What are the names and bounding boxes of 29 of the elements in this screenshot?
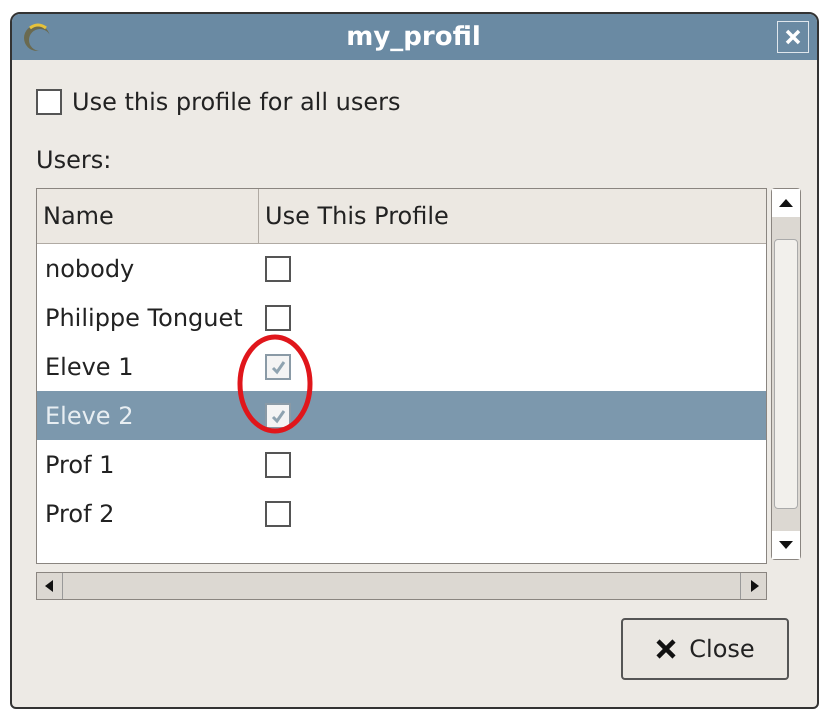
close-window-button[interactable] — [777, 21, 809, 53]
users-label: Users: — [36, 145, 112, 176]
checkbox[interactable] — [265, 500, 291, 526]
scroll-down-icon[interactable] — [772, 531, 800, 559]
scroll-thumb[interactable] — [774, 239, 798, 509]
checkbox[interactable] — [36, 89, 62, 115]
checkbox[interactable] — [265, 304, 291, 330]
vertical-scrollbar[interactable] — [771, 188, 801, 560]
window-title: my_profil — [345, 20, 482, 54]
table-cell-text: nobody — [44, 254, 136, 284]
column-header[interactable]: Use This Profile — [259, 189, 766, 243]
checkmark-icon — [270, 408, 286, 424]
checkbox[interactable] — [265, 256, 291, 282]
table-cell-text: Prof 2 — [44, 498, 116, 530]
table-cell-text: Prof 1 — [44, 450, 116, 480]
checkbox[interactable] — [265, 402, 291, 428]
table-cell-text: Eleve 1 — [44, 352, 134, 382]
horizontal-scrollbar[interactable] — [36, 572, 767, 600]
table-cell-text: Philippe Tonguet — [44, 302, 244, 334]
checkbox[interactable] — [265, 354, 291, 380]
close-button[interactable]: Close — [621, 618, 789, 680]
checkbox[interactable] — [265, 452, 291, 478]
table-cell-text: Eleve 2 — [44, 400, 134, 432]
checkmark-icon — [270, 358, 286, 374]
x-icon — [655, 638, 678, 660]
column-header[interactable]: Name — [37, 189, 259, 243]
checkbox-label: Use this profile for all users — [72, 87, 400, 118]
scroll-up-icon[interactable] — [772, 189, 800, 217]
close-icon — [785, 29, 801, 45]
